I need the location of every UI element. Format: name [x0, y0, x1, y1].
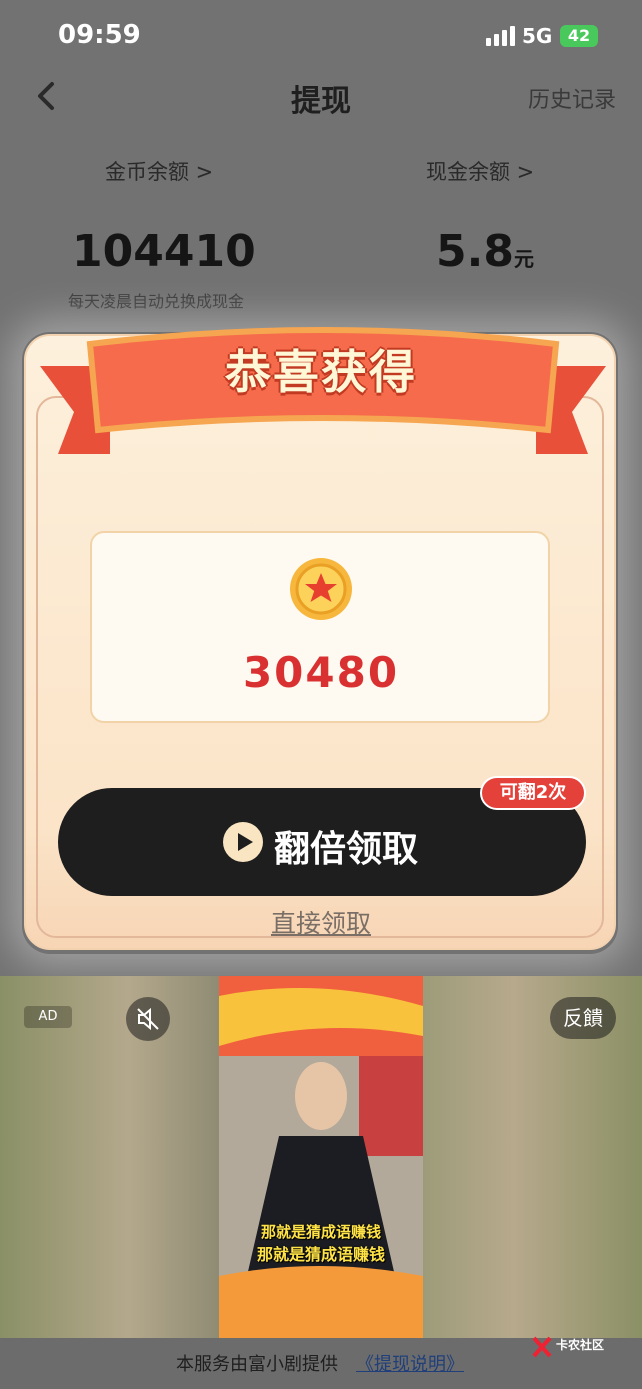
withdraw-instructions-link[interactable]: 《提现说明》 [356, 1350, 464, 1376]
footer-provider-text: 本服务由富小剧提供 [176, 1354, 338, 1375]
direct-claim-label[interactable]: 直接领取 [271, 909, 371, 938]
history-link[interactable]: 历史记录 [528, 82, 616, 114]
network-type: 5G [522, 24, 553, 48]
modal-title: 恭喜获得 [225, 345, 417, 399]
status-time: 09:59 [58, 20, 141, 50]
coin-balance-label[interactable]: 金币余额 > [105, 156, 213, 186]
ad-tag: AD [24, 1006, 72, 1028]
muted-speaker-icon [137, 1007, 159, 1031]
video-frame [219, 976, 423, 1338]
double-claim-label[interactable]: 翻倍领取 [274, 820, 418, 872]
video-caption-top: 那就是猜成语赚钱 [260, 1223, 381, 1241]
signal-icon [486, 26, 516, 46]
cash-amount: 5.8 [436, 226, 514, 277]
watermark-text: 卡农社区 [556, 1338, 605, 1352]
coin-balance-value: 104410 [72, 226, 256, 277]
cash-balance-value: 5.8元 [436, 226, 534, 277]
feedback-button[interactable]: 反饋 [550, 997, 616, 1039]
cash-unit: 元 [513, 247, 534, 271]
cash-balance-label[interactable]: 现金余额 > [426, 156, 534, 186]
mute-button[interactable] [126, 997, 170, 1041]
ad-area[interactable]: 那就是猜成语赚钱 那就是猜成语赚钱 [0, 976, 642, 1338]
direct-claim-link[interactable]: 直接领取 [0, 904, 642, 940]
nav-bar: 提现 历史记录 [0, 70, 642, 126]
auto-exchange-note: 每天凌晨自动兑换成现金 [68, 292, 245, 311]
flip-count-badge: 可翻2次 [480, 776, 586, 810]
status-bar: 09:59 5G 42 [0, 0, 642, 70]
reward-amount: 30480 [242, 648, 400, 697]
ad-video[interactable]: 那就是猜成语赚钱 那就是猜成语赚钱 [219, 976, 423, 1338]
play-icon [223, 822, 263, 862]
star-coin-icon [290, 558, 352, 620]
video-caption-bottom: 那就是猜成语赚钱 [256, 1245, 385, 1264]
battery-icon: 42 [560, 25, 598, 47]
